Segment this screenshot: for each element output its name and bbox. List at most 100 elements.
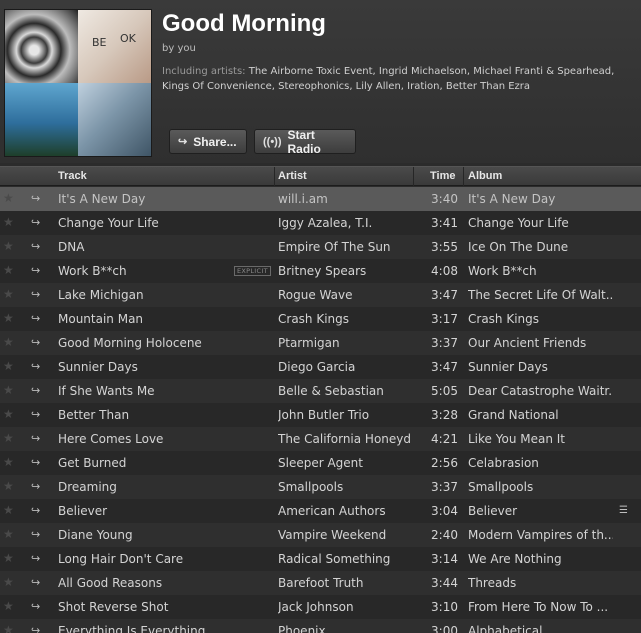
star-icon[interactable]: ★ xyxy=(3,383,14,397)
track-artist[interactable]: Phoenix xyxy=(278,624,412,633)
track-title[interactable]: Change Your Life xyxy=(58,216,233,230)
share-track-icon[interactable]: ↪ xyxy=(31,192,40,205)
share-track-icon[interactable]: ↪ xyxy=(31,312,40,325)
track-title[interactable]: Lake Michigan xyxy=(58,288,233,302)
share-track-icon[interactable]: ↪ xyxy=(31,360,40,373)
track-title[interactable]: DNA xyxy=(58,240,233,254)
track-artist[interactable]: Barefoot Truth xyxy=(278,576,412,590)
track-album[interactable]: Our Ancient Friends xyxy=(468,336,613,350)
share-track-icon[interactable]: ↪ xyxy=(31,240,40,253)
star-icon[interactable]: ★ xyxy=(3,551,14,565)
track-artist[interactable]: Crash Kings xyxy=(278,312,412,326)
track-row[interactable]: ★ ↪ Shot Reverse Shot Jack Johnson 3:10 From … xyxy=(0,595,641,619)
track-artist[interactable]: Britney Spears xyxy=(278,264,412,278)
track-title[interactable]: If She Wants Me xyxy=(58,384,233,398)
track-artist[interactable]: will.i.am xyxy=(278,192,412,206)
track-title[interactable]: Here Comes Love xyxy=(58,432,233,446)
track-row[interactable]: ★ ↪ All Good Reasons Barefoot Truth 3:44 Thre… xyxy=(0,571,641,595)
track-album[interactable]: We Are Nothing xyxy=(468,552,613,566)
share-track-icon[interactable]: ↪ xyxy=(31,504,40,517)
track-row[interactable]: ★ ↪ Lake Michigan Rogue Wave 3:47 The Secret … xyxy=(0,283,641,307)
star-icon[interactable]: ★ xyxy=(3,191,14,205)
column-header-album[interactable]: Album xyxy=(468,170,502,182)
track-row[interactable]: ★ ↪ Better Than John Butler Trio 3:28 Grand N… xyxy=(0,403,641,427)
column-divider[interactable] xyxy=(274,167,275,186)
share-track-icon[interactable]: ↪ xyxy=(31,336,40,349)
track-row[interactable]: ★ ↪ Work B**ch EXPLICIT Britney Spears 4:08 Wo… xyxy=(0,259,641,283)
track-title[interactable]: Shot Reverse Shot xyxy=(58,600,233,614)
track-title[interactable]: Dreaming xyxy=(58,480,233,494)
track-title[interactable]: Believer xyxy=(58,504,233,518)
track-album[interactable]: It's A New Day xyxy=(468,192,613,206)
track-album[interactable]: The Secret Life Of Walt... xyxy=(468,288,613,302)
track-album[interactable]: Ice On The Dune xyxy=(468,240,613,254)
track-row[interactable]: ★ ↪ Get Burned Sleeper Agent 2:56 Celabrasion xyxy=(0,451,641,475)
track-album[interactable]: From Here To Now To ... xyxy=(468,600,613,614)
track-row[interactable]: ★ ↪ Long Hair Don't Care Radical Something 3… xyxy=(0,547,641,571)
track-row[interactable]: ★ ↪ Mountain Man Crash Kings 3:17 Crash Kings xyxy=(0,307,641,331)
column-header-time[interactable]: Time xyxy=(430,170,455,182)
share-track-icon[interactable]: ↪ xyxy=(31,384,40,397)
track-artist[interactable]: Rogue Wave xyxy=(278,288,412,302)
share-button[interactable]: ↪ Share... xyxy=(169,129,247,154)
column-divider[interactable] xyxy=(463,167,464,186)
track-title[interactable]: Everything Is Everything xyxy=(58,624,233,633)
track-title[interactable]: Long Hair Don't Care xyxy=(58,552,233,566)
track-row[interactable]: ★ ↪ Believer American Authors 3:04 Believer ☰ xyxy=(0,499,641,523)
track-title[interactable]: It's A New Day xyxy=(58,192,233,206)
album-info-icon[interactable]: ☰ xyxy=(619,505,628,516)
share-track-icon[interactable]: ↪ xyxy=(31,456,40,469)
star-icon[interactable]: ★ xyxy=(3,407,14,421)
track-album[interactable]: Dear Catastrophe Waitr... xyxy=(468,384,613,398)
track-row[interactable]: ★ ↪ DNA Empire Of The Sun 3:55 Ice On The Dun… xyxy=(0,235,641,259)
track-row[interactable]: ★ ↪ Here Comes Love The California Honeyd..… xyxy=(0,427,641,451)
start-radio-button[interactable]: ((•)) Start Radio xyxy=(254,128,356,156)
track-title[interactable]: Diane Young xyxy=(58,528,233,542)
share-track-icon[interactable]: ↪ xyxy=(31,264,40,277)
track-album[interactable]: Work B**ch xyxy=(468,264,613,278)
track-artist[interactable]: Empire Of The Sun xyxy=(278,240,412,254)
share-track-icon[interactable]: ↪ xyxy=(31,600,40,613)
track-row[interactable]: ★ ↪ Everything Is Everything Phoenix 3:00 Alp… xyxy=(0,619,641,633)
share-track-icon[interactable]: ↪ xyxy=(31,288,40,301)
share-track-icon[interactable]: ↪ xyxy=(31,408,40,421)
track-title[interactable]: Good Morning Holocene xyxy=(58,336,233,350)
track-artist[interactable]: Iggy Azalea, T.I. xyxy=(278,216,412,230)
star-icon[interactable]: ★ xyxy=(3,527,14,541)
star-icon[interactable]: ★ xyxy=(3,479,14,493)
track-title[interactable]: Mountain Man xyxy=(58,312,233,326)
track-artist[interactable]: John Butler Trio xyxy=(278,408,412,422)
track-title[interactable]: Get Burned xyxy=(58,456,233,470)
track-row[interactable]: ★ ↪ Good Morning Holocene Ptarmigan 3:37 Our … xyxy=(0,331,641,355)
star-icon[interactable]: ★ xyxy=(3,623,14,633)
star-icon[interactable]: ★ xyxy=(3,431,14,445)
track-artist[interactable]: Smallpools xyxy=(278,480,412,494)
track-album[interactable]: Believer xyxy=(468,504,613,518)
track-album[interactable]: Crash Kings xyxy=(468,312,613,326)
track-artist[interactable]: Radical Something xyxy=(278,552,412,566)
track-row[interactable]: ★ ↪ If She Wants Me Belle & Sebastian 5:05 De… xyxy=(0,379,641,403)
star-icon[interactable]: ★ xyxy=(3,575,14,589)
share-track-icon[interactable]: ↪ xyxy=(31,552,40,565)
star-icon[interactable]: ★ xyxy=(3,215,14,229)
track-album[interactable]: Like You Mean It xyxy=(468,432,613,446)
share-track-icon[interactable]: ↪ xyxy=(31,432,40,445)
star-icon[interactable]: ★ xyxy=(3,335,14,349)
track-row[interactable]: ★ ↪ It's A New Day will.i.am 3:40 It's A New … xyxy=(0,187,641,211)
star-icon[interactable]: ★ xyxy=(3,311,14,325)
track-album[interactable]: Change Your Life xyxy=(468,216,613,230)
track-artist[interactable]: Belle & Sebastian xyxy=(278,384,412,398)
share-track-icon[interactable]: ↪ xyxy=(31,480,40,493)
star-icon[interactable]: ★ xyxy=(3,599,14,613)
track-title[interactable]: Better Than xyxy=(58,408,233,422)
track-artist[interactable]: Vampire Weekend xyxy=(278,528,412,542)
track-row[interactable]: ★ ↪ Diane Young Vampire Weekend 2:40 Modern V… xyxy=(0,523,641,547)
track-album[interactable]: Smallpools xyxy=(468,480,613,494)
track-album[interactable]: Threads xyxy=(468,576,613,590)
track-album[interactable]: Grand National xyxy=(468,408,613,422)
track-artist[interactable]: American Authors xyxy=(278,504,412,518)
track-album[interactable]: Modern Vampires of th... xyxy=(468,528,613,542)
track-artist[interactable]: Jack Johnson xyxy=(278,600,412,614)
column-header-artist[interactable]: Artist xyxy=(278,170,307,182)
share-track-icon[interactable]: ↪ xyxy=(31,528,40,541)
